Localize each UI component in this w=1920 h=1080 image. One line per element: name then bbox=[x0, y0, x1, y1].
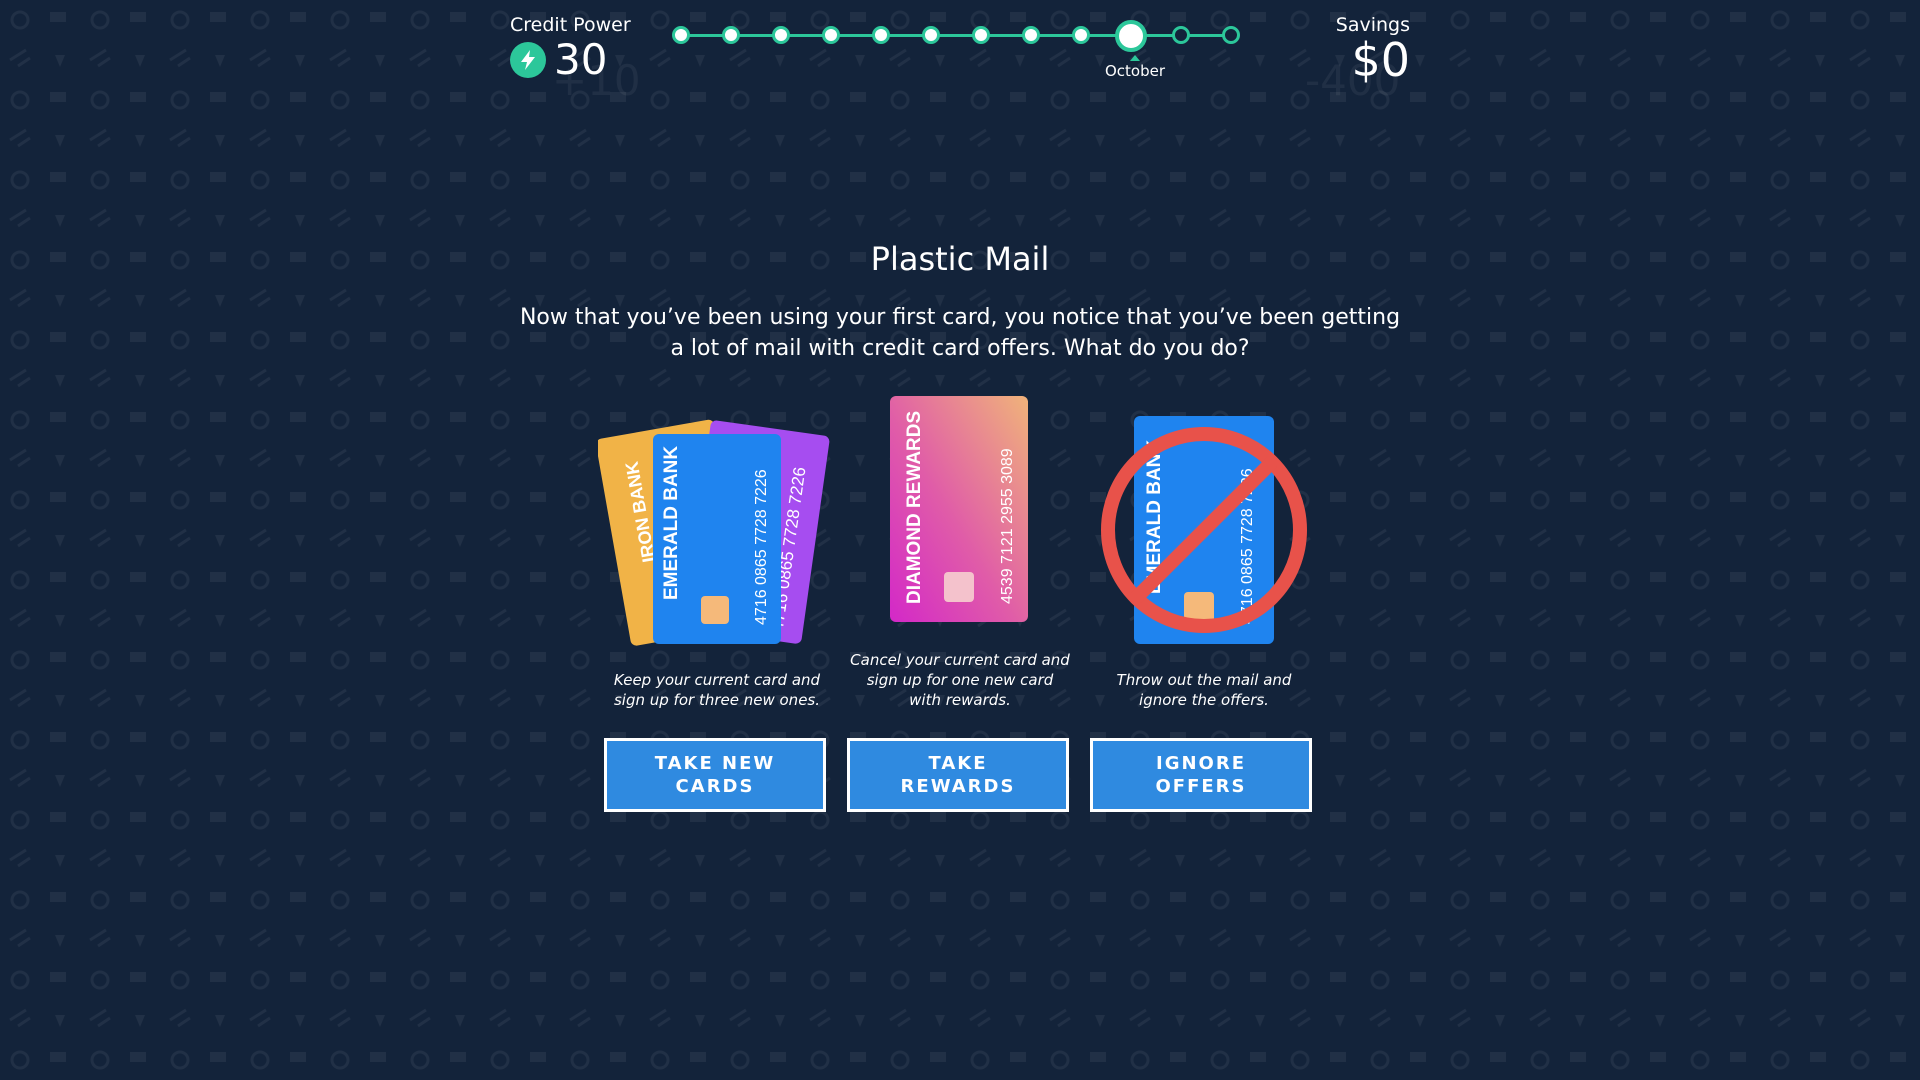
current-month-label: October bbox=[1104, 62, 1166, 80]
timeline-step bbox=[1222, 26, 1240, 44]
timeline-step bbox=[722, 26, 740, 44]
three-cards-illustration: IRON BANK 4716 0865 7728 7226 EMERALD BA… bbox=[598, 419, 830, 646]
lightning-bolt-icon bbox=[510, 42, 546, 78]
timeline-step bbox=[822, 26, 840, 44]
scenario-title: Plastic Mail bbox=[870, 240, 1050, 278]
rewards-card-illustration: DIAMOND REWARDS 4539 7121 2955 3089 bbox=[890, 396, 1028, 622]
credit-power-label: Credit Power bbox=[510, 14, 631, 36]
current-month-caret-icon bbox=[1130, 55, 1140, 61]
option-caption-ignore: Throw out the mail and ignore the offers… bbox=[1116, 671, 1292, 709]
timeline-step bbox=[1072, 26, 1090, 44]
timeline-step bbox=[1022, 26, 1040, 44]
option-caption-rewards: Cancel your current card and sign up for… bbox=[850, 651, 1070, 709]
ignore-offers-button[interactable]: IGNORE OFFERS bbox=[1090, 738, 1312, 812]
take-new-cards-button[interactable]: TAKE NEW CARDS bbox=[604, 738, 826, 812]
chip-icon bbox=[1184, 592, 1214, 622]
chip-icon bbox=[944, 572, 974, 602]
take-rewards-label: TAKE REWARDS bbox=[900, 753, 1016, 797]
chip-icon bbox=[701, 596, 729, 624]
scenario-description: Now that you’ve been using your first ca… bbox=[519, 305, 1401, 361]
savings-change: -400 bbox=[1305, 56, 1401, 105]
diamond-rewards-label: DIAMOND REWARDS bbox=[904, 411, 925, 604]
take-new-cards-label: TAKE NEW CARDS bbox=[654, 753, 776, 797]
credit-power-change: +10 bbox=[552, 56, 641, 105]
option-caption-new-cards: Keep your current card and sign up for t… bbox=[613, 671, 821, 709]
timeline-step bbox=[772, 26, 790, 44]
timeline-step bbox=[972, 26, 990, 44]
timeline-step-current bbox=[1115, 20, 1147, 52]
diamond-card-number: 4539 7121 2955 3089 bbox=[999, 448, 1016, 604]
ignore-offers-illustration: EMERALD BANK 4716 0865 7728 7226 bbox=[1101, 416, 1307, 644]
emerald-card-number: 4716 0865 7728 7226 bbox=[753, 469, 770, 625]
take-rewards-button[interactable]: TAKE REWARDS bbox=[847, 738, 1069, 812]
month-timeline bbox=[672, 20, 1250, 52]
emerald-bank-label: EMERALD BANK bbox=[661, 446, 682, 600]
timeline-track bbox=[684, 34, 1238, 37]
timeline-step bbox=[922, 26, 940, 44]
ignore-offers-label: IGNORE OFFERS bbox=[1155, 753, 1247, 797]
timeline-step bbox=[672, 26, 690, 44]
timeline-step bbox=[872, 26, 890, 44]
timeline-step bbox=[1172, 26, 1190, 44]
